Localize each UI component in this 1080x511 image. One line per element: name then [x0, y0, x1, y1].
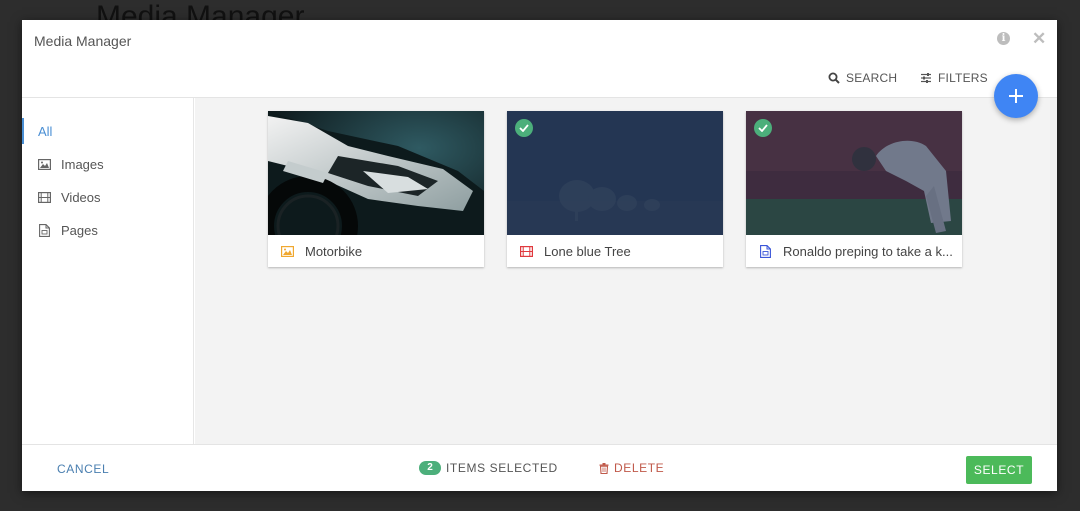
media-card-label: Motorbike — [305, 243, 363, 259]
sidebar-item-label: All — [38, 123, 53, 139]
sidebar-item-pages[interactable]: Pages — [22, 217, 194, 243]
film-icon — [519, 244, 533, 258]
selected-check-icon[interactable] — [754, 119, 772, 137]
filters-label: FILTERS — [938, 71, 988, 85]
sidebar-item-images[interactable]: Images — [22, 151, 194, 177]
selection-overlay — [746, 111, 962, 235]
media-card-motorbike[interactable]: Motorbike — [268, 111, 484, 267]
selection-summary: 2 ITEMS SELECTED — [419, 461, 558, 475]
modal-title: Media Manager — [34, 33, 132, 49]
media-card-footer: Ronaldo preping to take a k... — [746, 235, 962, 267]
cancel-button[interactable]: CANCEL — [57, 462, 109, 476]
media-card-ronaldo[interactable]: Ronaldo preping to take a k... — [746, 111, 962, 267]
trash-icon — [599, 462, 609, 474]
close-icon[interactable]: ✕ — [1032, 30, 1046, 47]
delete-button[interactable]: DELETE — [599, 461, 664, 475]
page-icon — [758, 244, 772, 258]
search-button[interactable]: SEARCH — [828, 71, 897, 85]
sidebar-item-label: Videos — [61, 189, 101, 205]
filters-button[interactable]: FILTERS — [920, 71, 988, 85]
image-icon — [280, 244, 294, 258]
search-icon — [828, 72, 840, 84]
selected-check-icon[interactable] — [515, 119, 533, 137]
modal-header: Media Manager i ✕ — [22, 20, 1057, 62]
page-icon — [37, 223, 51, 237]
sidebar: All Images Videos Pages — [22, 98, 194, 444]
media-thumbnail — [268, 111, 484, 235]
sidebar-item-label: Pages — [61, 222, 98, 238]
delete-label: DELETE — [614, 461, 665, 475]
media-card-footer: Motorbike — [268, 235, 484, 267]
toolbar: SEARCH FILTERS — [22, 62, 1057, 98]
sliders-icon — [921, 73, 931, 83]
image-icon — [37, 157, 51, 171]
selection-overlay — [507, 111, 723, 235]
sidebar-item-videos[interactable]: Videos — [22, 184, 194, 210]
media-card-label: Lone blue Tree — [544, 243, 631, 259]
modal-footer: CANCEL 2 ITEMS SELECTED DELETE SELECT — [22, 444, 1057, 491]
selected-label: ITEMS SELECTED — [446, 461, 558, 475]
search-label: SEARCH — [846, 71, 898, 85]
media-card-label: Ronaldo preping to take a k... — [783, 243, 953, 259]
plus-icon — [1009, 89, 1023, 103]
sidebar-item-all[interactable]: All — [22, 118, 194, 144]
media-thumbnail — [746, 111, 962, 235]
media-thumbnail — [507, 111, 723, 235]
info-icon[interactable]: i — [997, 32, 1010, 45]
selected-count-badge: 2 — [419, 461, 441, 475]
sidebar-item-label: Images — [61, 156, 104, 172]
select-button[interactable]: SELECT — [966, 456, 1032, 484]
film-icon — [37, 190, 51, 204]
media-card-footer: Lone blue Tree — [507, 235, 723, 267]
add-media-button[interactable] — [994, 74, 1038, 118]
media-manager-modal: Media Manager i ✕ SEARCH FILTERS All Ima… — [22, 20, 1057, 491]
media-grid: Motorbike Lone blue Tree Ronaldo preping… — [195, 98, 1057, 444]
media-card-lone-blue-tree[interactable]: Lone blue Tree — [507, 111, 723, 267]
